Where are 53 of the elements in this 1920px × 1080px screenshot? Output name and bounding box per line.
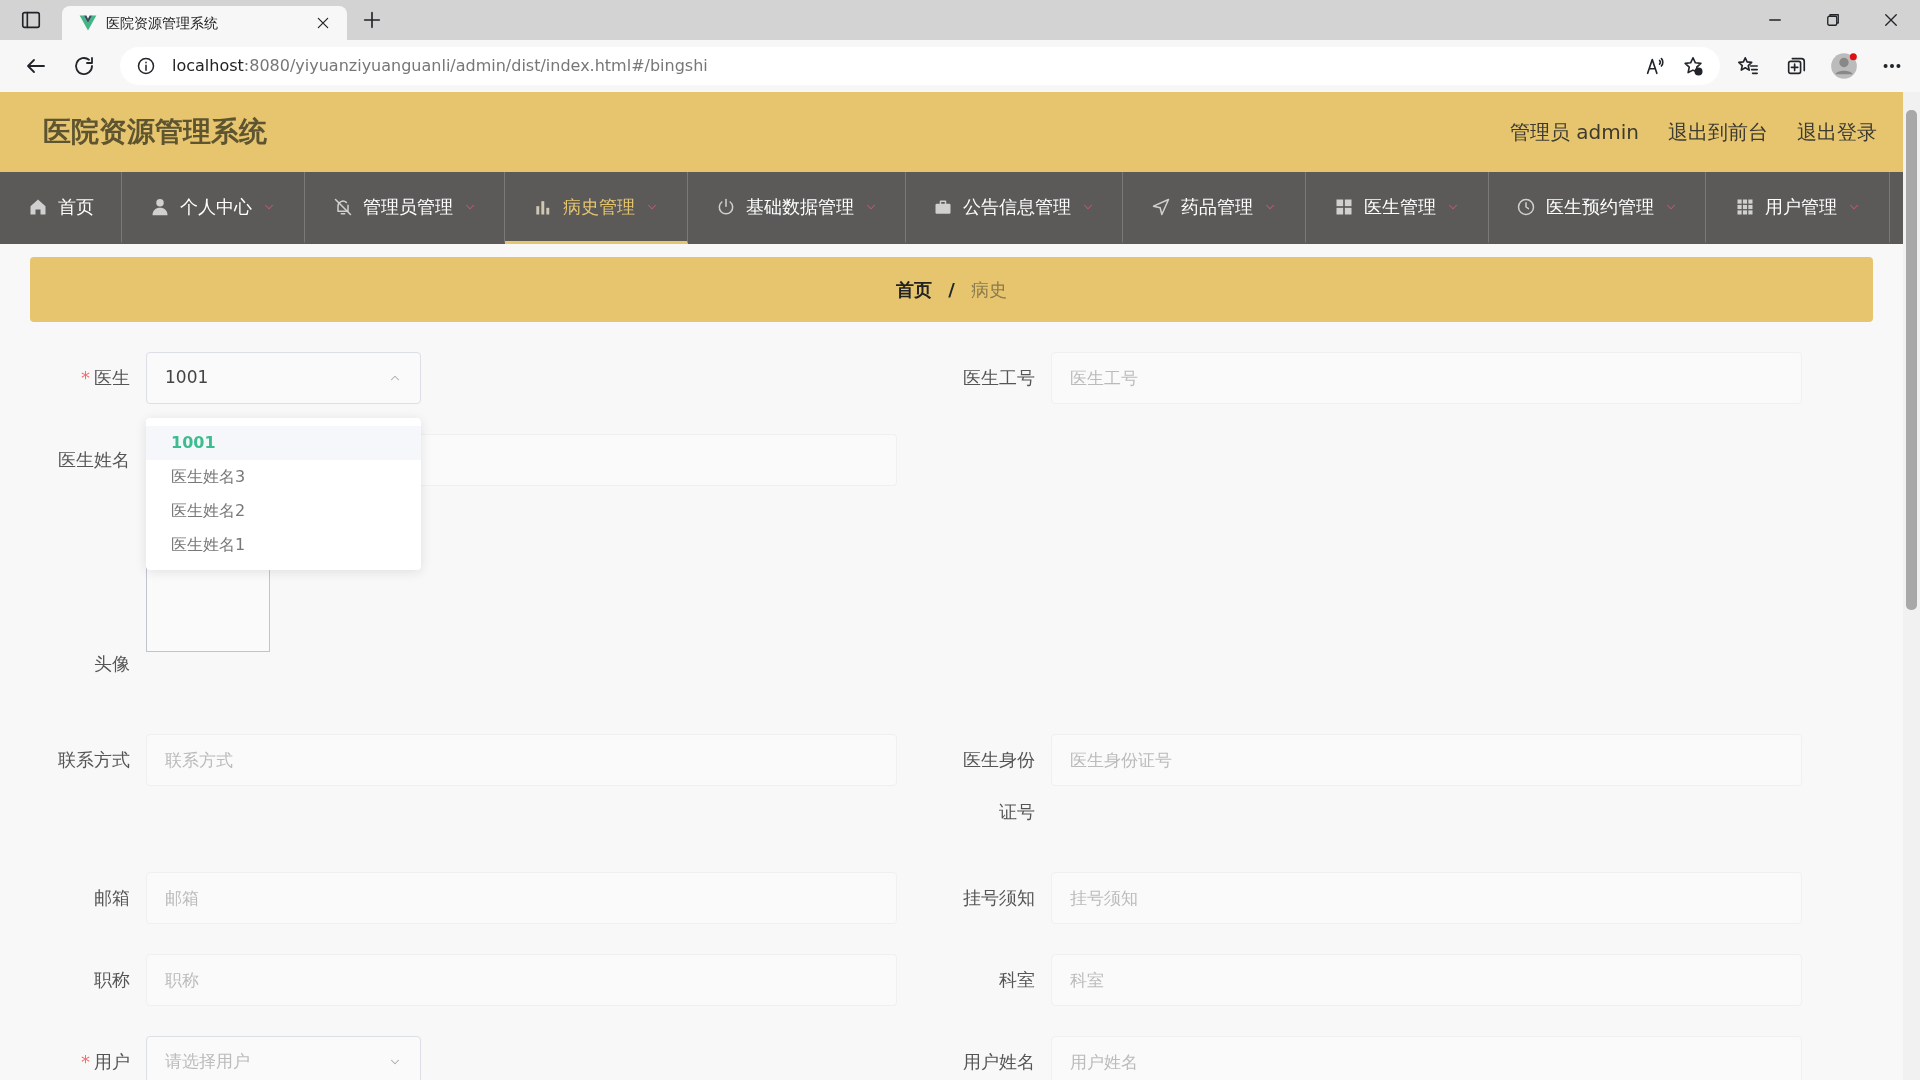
dropdown-option[interactable]: 医生姓名2 <box>146 494 421 528</box>
input-field[interactable]: 职称 <box>146 954 897 1006</box>
input-field[interactable]: 邮箱 <box>146 872 897 924</box>
close-icon[interactable] <box>315 15 331 31</box>
new-tab-icon[interactable] <box>361 9 383 31</box>
field-label: 医生工号 <box>962 366 1036 390</box>
v-logo-icon <box>78 13 98 33</box>
site-title: 医院资源管理系统 <box>43 114 267 150</box>
dropdown-option[interactable]: 医生姓名3 <box>146 460 421 494</box>
field-label: 用户姓名 <box>962 1050 1036 1074</box>
browser-tab[interactable]: 医院资源管理系统 <box>62 6 347 40</box>
collections-icon[interactable] <box>1785 55 1807 77</box>
header-link[interactable]: 退出到前台 <box>1668 117 1768 147</box>
field-label: 头像 <box>93 652 131 676</box>
header-link[interactable]: 退出登录 <box>1797 117 1877 147</box>
field-label: 医生身份证号 <box>962 748 1036 824</box>
close-icon[interactable] <box>1882 11 1900 29</box>
dropdown-option[interactable]: 医生姓名1 <box>146 528 421 562</box>
input-field[interactable]: 医生工号 <box>1051 352 1802 404</box>
url-text: localhost:8080/yiyuanziyuanguanli/admin/dist/index.html#/bingshi <box>172 55 708 77</box>
info-icon <box>136 56 156 76</box>
bell-off-icon <box>332 196 353 217</box>
profile-avatar-icon[interactable] <box>1830 52 1858 80</box>
restore-icon[interactable] <box>1824 11 1842 29</box>
paper-plane-icon <box>1151 196 1171 217</box>
input-field[interactable]: 用户姓名 <box>1051 1036 1802 1080</box>
reload-icon[interactable] <box>72 54 96 78</box>
breadcrumb-item: 病史 <box>970 278 1007 302</box>
field-label: 科室 <box>998 968 1036 992</box>
select-field[interactable]: 1001 <box>146 352 421 404</box>
favorites-icon[interactable] <box>1737 55 1759 77</box>
clock-icon <box>1516 196 1536 217</box>
address-bar[interactable]: localhost:8080/yiyuanziyuanguanli/admin/dist/index.html#/bingshi <box>120 47 1720 85</box>
field-label: 挂号须知 <box>962 886 1036 910</box>
input-field[interactable]: 挂号须知 <box>1051 872 1802 924</box>
input-field[interactable]: 医生身份证号 <box>1051 734 1802 786</box>
user-label: 管理员 admin <box>1509 119 1639 146</box>
field-label: 联系方式 <box>57 748 131 772</box>
nav-menu-item[interactable]: 病史管理 <box>505 172 688 244</box>
breadcrumb-separator: / <box>948 278 955 302</box>
field-label: * 医生 <box>80 366 131 390</box>
input-field[interactable]: 联系方式 <box>146 734 897 786</box>
star-plus-icon[interactable] <box>1682 55 1704 77</box>
tab-actions-icon[interactable] <box>20 9 42 31</box>
read-aloud-icon[interactable] <box>1644 55 1666 77</box>
breadcrumb-item[interactable]: 首页 <box>896 276 933 303</box>
field-label: * 用户 <box>80 1050 131 1074</box>
field-label: 邮箱 <box>93 886 131 910</box>
field-label: 医生姓名 <box>57 448 131 472</box>
user-icon <box>150 196 170 217</box>
input-field[interactable]: 科室 <box>1051 954 1802 1006</box>
field-label: 职称 <box>93 968 131 992</box>
scrollbar-thumb[interactable] <box>1906 110 1917 610</box>
